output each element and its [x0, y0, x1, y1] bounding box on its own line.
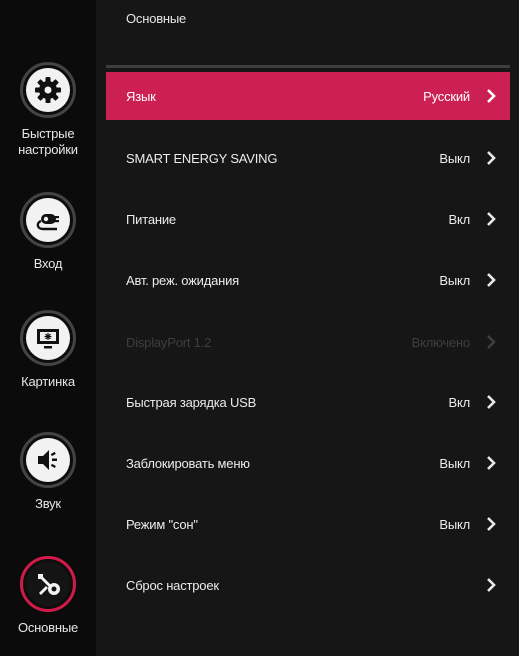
menu-row-sleep-mode[interactable]: Режим "сон" Выкл: [106, 500, 510, 548]
row-value: Вкл: [448, 211, 471, 227]
row-value: Включено: [411, 334, 471, 350]
row-label: Авт. реж. ожидания: [126, 272, 240, 288]
row-label: DisplayPort 1.2: [126, 334, 212, 350]
row-value: Выкл: [439, 516, 470, 532]
chevron-right-icon: [484, 212, 498, 226]
divider: [106, 65, 510, 68]
chevron-right-icon: [484, 273, 498, 287]
menu-row-auto-standby[interactable]: Авт. реж. ожидания Выкл: [106, 256, 510, 304]
sidebar-item-general[interactable]: Основные: [0, 556, 96, 636]
sidebar-item-label: Звук: [35, 496, 61, 511]
row-label: Питание: [126, 211, 176, 227]
sidebar-item-label: Быстрые настройки: [18, 126, 78, 157]
row-value: Выкл: [439, 150, 470, 166]
sidebar: Быстрые настройки Вход Картинка Звук Осн…: [0, 0, 96, 656]
gear-icon: [26, 68, 70, 112]
chevron-right-icon: [484, 578, 498, 592]
monitor-icon: [26, 316, 70, 360]
menu-row-reset[interactable]: Сброс настроек: [106, 561, 510, 609]
wrench-gear-icon: [26, 562, 70, 606]
row-label: SMART ENERGY SAVING: [126, 150, 278, 166]
sidebar-item-input[interactable]: Вход: [0, 192, 96, 272]
row-value: Вкл: [448, 394, 471, 410]
sidebar-item-quick-settings[interactable]: Быстрые настройки: [0, 62, 96, 158]
row-label: Сброс настроек: [126, 577, 219, 593]
chevron-right-icon: [484, 517, 498, 531]
chevron-right-icon: [484, 89, 498, 103]
nav-circle: [20, 556, 76, 612]
chevron-right-icon: [484, 456, 498, 470]
menu-row-usb-quick-charge[interactable]: Быстрая зарядка USB Вкл: [106, 378, 510, 426]
chevron-right-icon: [484, 151, 498, 165]
row-label: Режим "сон": [126, 516, 198, 532]
nav-circle: [20, 62, 76, 118]
chevron-right-icon: [484, 335, 498, 349]
menu-row-language[interactable]: Язык Русский: [106, 72, 510, 120]
nav-circle: [20, 310, 76, 366]
chevron-right-icon: [484, 395, 498, 409]
menu-row-smart-energy-saving[interactable]: SMART ENERGY SAVING Выкл: [106, 134, 510, 182]
row-value: Русский: [423, 88, 470, 104]
sidebar-item-label: Картинка: [21, 374, 75, 389]
row-value: Выкл: [439, 455, 470, 471]
nav-circle: [20, 432, 76, 488]
sidebar-item-sound[interactable]: Звук: [0, 432, 96, 512]
sidebar-item-label: Основные: [17, 620, 79, 635]
row-value: Выкл: [439, 272, 470, 288]
row-label: Быстрая зарядка USB: [126, 394, 257, 410]
menu-row-menu-lock[interactable]: Заблокировать меню Выкл: [106, 439, 510, 487]
row-label: Заблокировать меню: [126, 455, 250, 471]
sidebar-item-picture[interactable]: Картинка: [0, 310, 96, 390]
row-label: Язык: [126, 88, 156, 104]
speaker-icon: [26, 438, 70, 482]
page-title: Основные: [126, 11, 187, 26]
menu-row-displayport: DisplayPort 1.2 Включено: [106, 318, 510, 366]
input-icon: [26, 198, 70, 242]
settings-panel: Основные Язык Русский SMART ENERGY SAVIN…: [96, 0, 519, 656]
sidebar-item-label: Вход: [33, 256, 63, 271]
nav-circle: [20, 192, 76, 248]
menu-row-power[interactable]: Питание Вкл: [106, 195, 510, 243]
